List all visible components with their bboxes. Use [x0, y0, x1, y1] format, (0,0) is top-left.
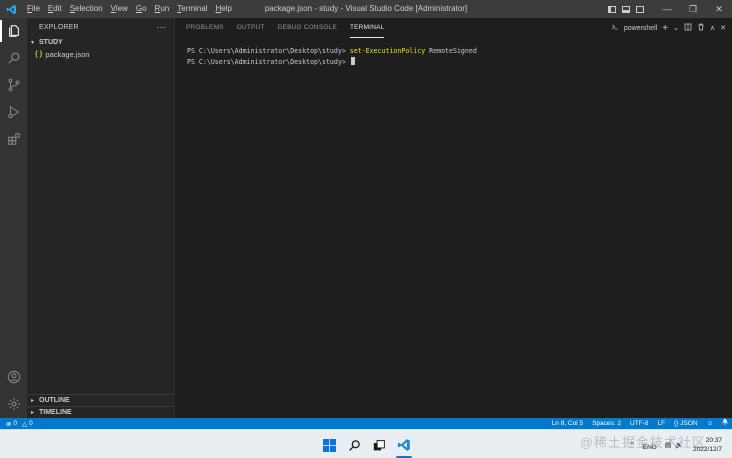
task-view-icon[interactable]	[371, 437, 387, 453]
status-right: Ln 8, Col 5 Spaces: 2 UTF-8 LF {} JSON ☺…	[552, 418, 728, 429]
new-terminal-button[interactable]: +	[662, 23, 668, 34]
split-terminal-icon[interactable]	[684, 23, 692, 33]
chevron-down-icon: ▾	[31, 39, 35, 46]
network-icon[interactable]: ▤	[665, 441, 671, 449]
error-count: 0	[13, 420, 18, 427]
explorer-sidebar: EXPLORER ··· ▾ STUDY { } package.json ▸ …	[27, 18, 174, 418]
system-tray: ⌃ ENG ▤ 🔈 20:37 2022/12/7	[629, 430, 732, 458]
terminal-argument: RemoteSigned	[425, 47, 477, 55]
title-bar: File Edit Selection View Go Run Terminal…	[0, 0, 732, 18]
close-button[interactable]: ✕	[706, 0, 732, 18]
toggle-sidebar-layout-icon[interactable]	[608, 5, 616, 13]
shell-name[interactable]: powershell	[624, 25, 657, 32]
end-of-line[interactable]: LF	[657, 420, 665, 427]
menu-bar: File Edit Selection View Go Run Terminal…	[23, 0, 236, 18]
input-language[interactable]: ENG	[643, 444, 657, 451]
error-icon: ⊗	[6, 420, 12, 428]
problems-status[interactable]: ⊗ 0 △ 0	[0, 420, 33, 428]
panel-area: PROBLEMS OUTPUT DEBUG CONSOLE TERMINAL p…	[174, 18, 732, 418]
menu-run[interactable]: Run	[151, 0, 174, 18]
tab-terminal[interactable]: TERMINAL	[349, 18, 385, 38]
restore-button[interactable]: ❐	[680, 0, 706, 18]
feedback-icon[interactable]: ☺	[707, 420, 714, 427]
run-debug-icon[interactable]	[0, 99, 27, 125]
warning-count: 0	[29, 420, 33, 427]
indentation[interactable]: Spaces: 2	[592, 420, 621, 427]
title-controls: — ❐ ✕	[608, 0, 732, 18]
manage-gear-icon[interactable]	[0, 391, 27, 417]
close-panel-icon[interactable]: ✕	[720, 24, 726, 32]
file-package-json[interactable]: { } package.json	[27, 48, 174, 60]
menu-terminal[interactable]: Terminal	[173, 0, 211, 18]
terminal-cursor	[350, 56, 355, 65]
terminal-icon	[611, 23, 619, 33]
search-icon[interactable]	[0, 45, 27, 71]
activity-bar	[0, 18, 27, 418]
terminal-prompt: PS C:\Users\Administrator\Desktop\study>	[187, 57, 350, 66]
clock-date: 2022/12/7	[693, 445, 722, 453]
account-icon[interactable]	[0, 364, 27, 390]
customize-layout-icon[interactable]	[636, 5, 644, 13]
timeline-section[interactable]: ▸ TIMELINE	[27, 406, 174, 418]
warning-icon: △	[22, 420, 28, 428]
terminal-dropdown-icon[interactable]: ⌄	[673, 24, 679, 32]
menu-view[interactable]: View	[107, 0, 132, 18]
outline-label: OUTLINE	[39, 397, 70, 404]
minimize-button[interactable]: —	[654, 0, 680, 18]
tab-problems[interactable]: PROBLEMS	[186, 18, 232, 38]
vscode-logo-icon	[3, 0, 19, 18]
clock[interactable]: 20:37 2022/12/7	[693, 436, 722, 454]
terminal-output[interactable]: PS C:\Users\Administrator\Desktop\study>…	[187, 46, 477, 67]
folder-name: STUDY	[39, 38, 63, 46]
panel-tabs: PROBLEMS OUTPUT DEBUG CONSOLE TERMINAL	[186, 18, 389, 38]
vscode-taskbar-icon[interactable]	[396, 437, 412, 453]
menu-go[interactable]: Go	[132, 0, 151, 18]
explorer-header: EXPLORER ···	[27, 18, 174, 36]
maximize-panel-icon[interactable]: ∧	[710, 24, 715, 32]
notifications-bell-icon[interactable]: 🕭	[722, 418, 728, 429]
status-bar: ⊗ 0 △ 0 Ln 8, Col 5 Spaces: 2 UTF-8 LF {…	[0, 418, 732, 429]
folder-study[interactable]: ▾ STUDY	[27, 36, 174, 48]
tab-output[interactable]: OUTPUT	[237, 18, 273, 38]
file-name: package.json	[45, 49, 90, 59]
explorer-icon[interactable]	[0, 18, 27, 44]
panel-actions: powershell + ⌄ ∧ ✕	[611, 18, 726, 38]
outline-section[interactable]: ▸ OUTLINE	[27, 394, 174, 406]
vscode-window: File Edit Selection View Go Run Terminal…	[0, 0, 732, 458]
menu-selection[interactable]: Selection	[66, 0, 107, 18]
menu-edit[interactable]: Edit	[44, 0, 66, 18]
language-mode[interactable]: {} JSON	[674, 420, 697, 427]
menu-file[interactable]: File	[23, 0, 44, 18]
volume-icon[interactable]: 🔈	[675, 441, 683, 449]
tab-debug-console[interactable]: DEBUG CONSOLE	[278, 18, 345, 38]
json-file-icon: { }	[35, 50, 43, 58]
taskbar-search-icon[interactable]	[346, 437, 362, 453]
clock-time: 20:37	[705, 436, 722, 444]
windows-taskbar: @稀土掘金技术社区 ⌃ ENG ▤ 🔈 20:37 2022/12/7	[0, 429, 732, 458]
source-control-icon[interactable]	[0, 72, 27, 98]
encoding[interactable]: UTF-8	[630, 420, 648, 427]
terminal-command: set-ExecutionPolicy	[349, 47, 426, 55]
chevron-right-icon: ▸	[31, 410, 35, 416]
chevron-right-icon: ▸	[31, 398, 35, 404]
toggle-panel-layout-icon[interactable]	[622, 5, 630, 13]
menu-help[interactable]: Help	[211, 0, 235, 18]
tray-chevron-icon[interactable]: ⌃	[629, 441, 634, 449]
timeline-label: TIMELINE	[39, 409, 72, 416]
more-actions-icon[interactable]: ···	[156, 22, 166, 32]
cursor-position[interactable]: Ln 8, Col 5	[552, 420, 583, 427]
explorer-title: EXPLORER	[39, 23, 79, 31]
terminal-prompt: PS C:\Users\Administrator\Desktop\study>	[187, 47, 350, 55]
extensions-icon[interactable]	[0, 126, 27, 152]
windows-start-icon[interactable]	[321, 437, 337, 453]
kill-terminal-icon[interactable]	[697, 23, 705, 33]
